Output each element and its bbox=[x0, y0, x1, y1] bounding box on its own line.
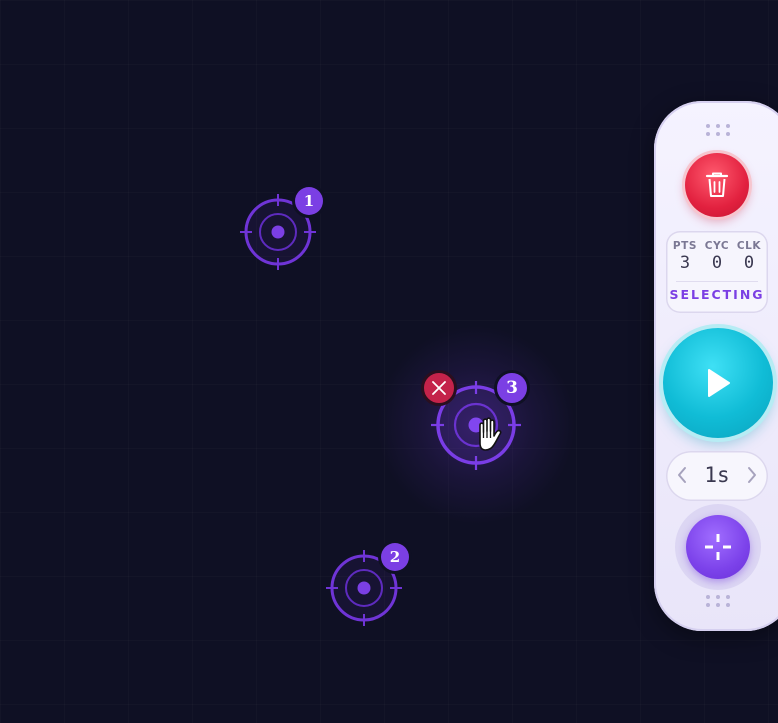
stats-display: PTS 3 CYC 0 CLK 0 SELECTING bbox=[666, 231, 768, 313]
stat-value: 3 bbox=[679, 253, 691, 273]
drag-handle-top[interactable] bbox=[705, 123, 731, 137]
close-icon bbox=[432, 381, 446, 395]
divider bbox=[676, 281, 758, 282]
target-number-badge: 3 bbox=[497, 373, 527, 403]
drag-handle-bottom[interactable] bbox=[705, 594, 731, 608]
target-number-badge: 1 bbox=[295, 187, 323, 215]
stat-value: 0 bbox=[743, 253, 755, 273]
stat-label: PTS bbox=[672, 240, 698, 252]
remove-target-button[interactable] bbox=[421, 370, 457, 406]
crosshair-icon bbox=[705, 534, 731, 560]
hand-cursor-icon bbox=[479, 417, 502, 451]
stat-label: CLK bbox=[736, 240, 762, 252]
chevron-right-icon[interactable] bbox=[746, 465, 758, 485]
add-target-ring bbox=[675, 504, 761, 590]
stat-label: CYC bbox=[704, 240, 730, 252]
add-target-button[interactable] bbox=[686, 515, 750, 579]
play-icon bbox=[708, 369, 730, 397]
stat-clicks: CLK 0 bbox=[734, 240, 764, 273]
control-panel: PTS 3 CYC 0 CLK 0 SELECTING 1s bbox=[654, 101, 778, 631]
clear-targets-button[interactable] bbox=[685, 153, 749, 217]
stat-value: 0 bbox=[711, 253, 723, 273]
interval-stepper: 1s bbox=[666, 451, 768, 501]
start-button[interactable] bbox=[663, 328, 773, 438]
stat-points: PTS 3 bbox=[670, 240, 700, 273]
target-number-badge: 2 bbox=[381, 543, 409, 571]
stat-cycles: CYC 0 bbox=[702, 240, 732, 273]
status-label: SELECTING bbox=[669, 287, 765, 302]
trash-icon bbox=[705, 172, 729, 197]
